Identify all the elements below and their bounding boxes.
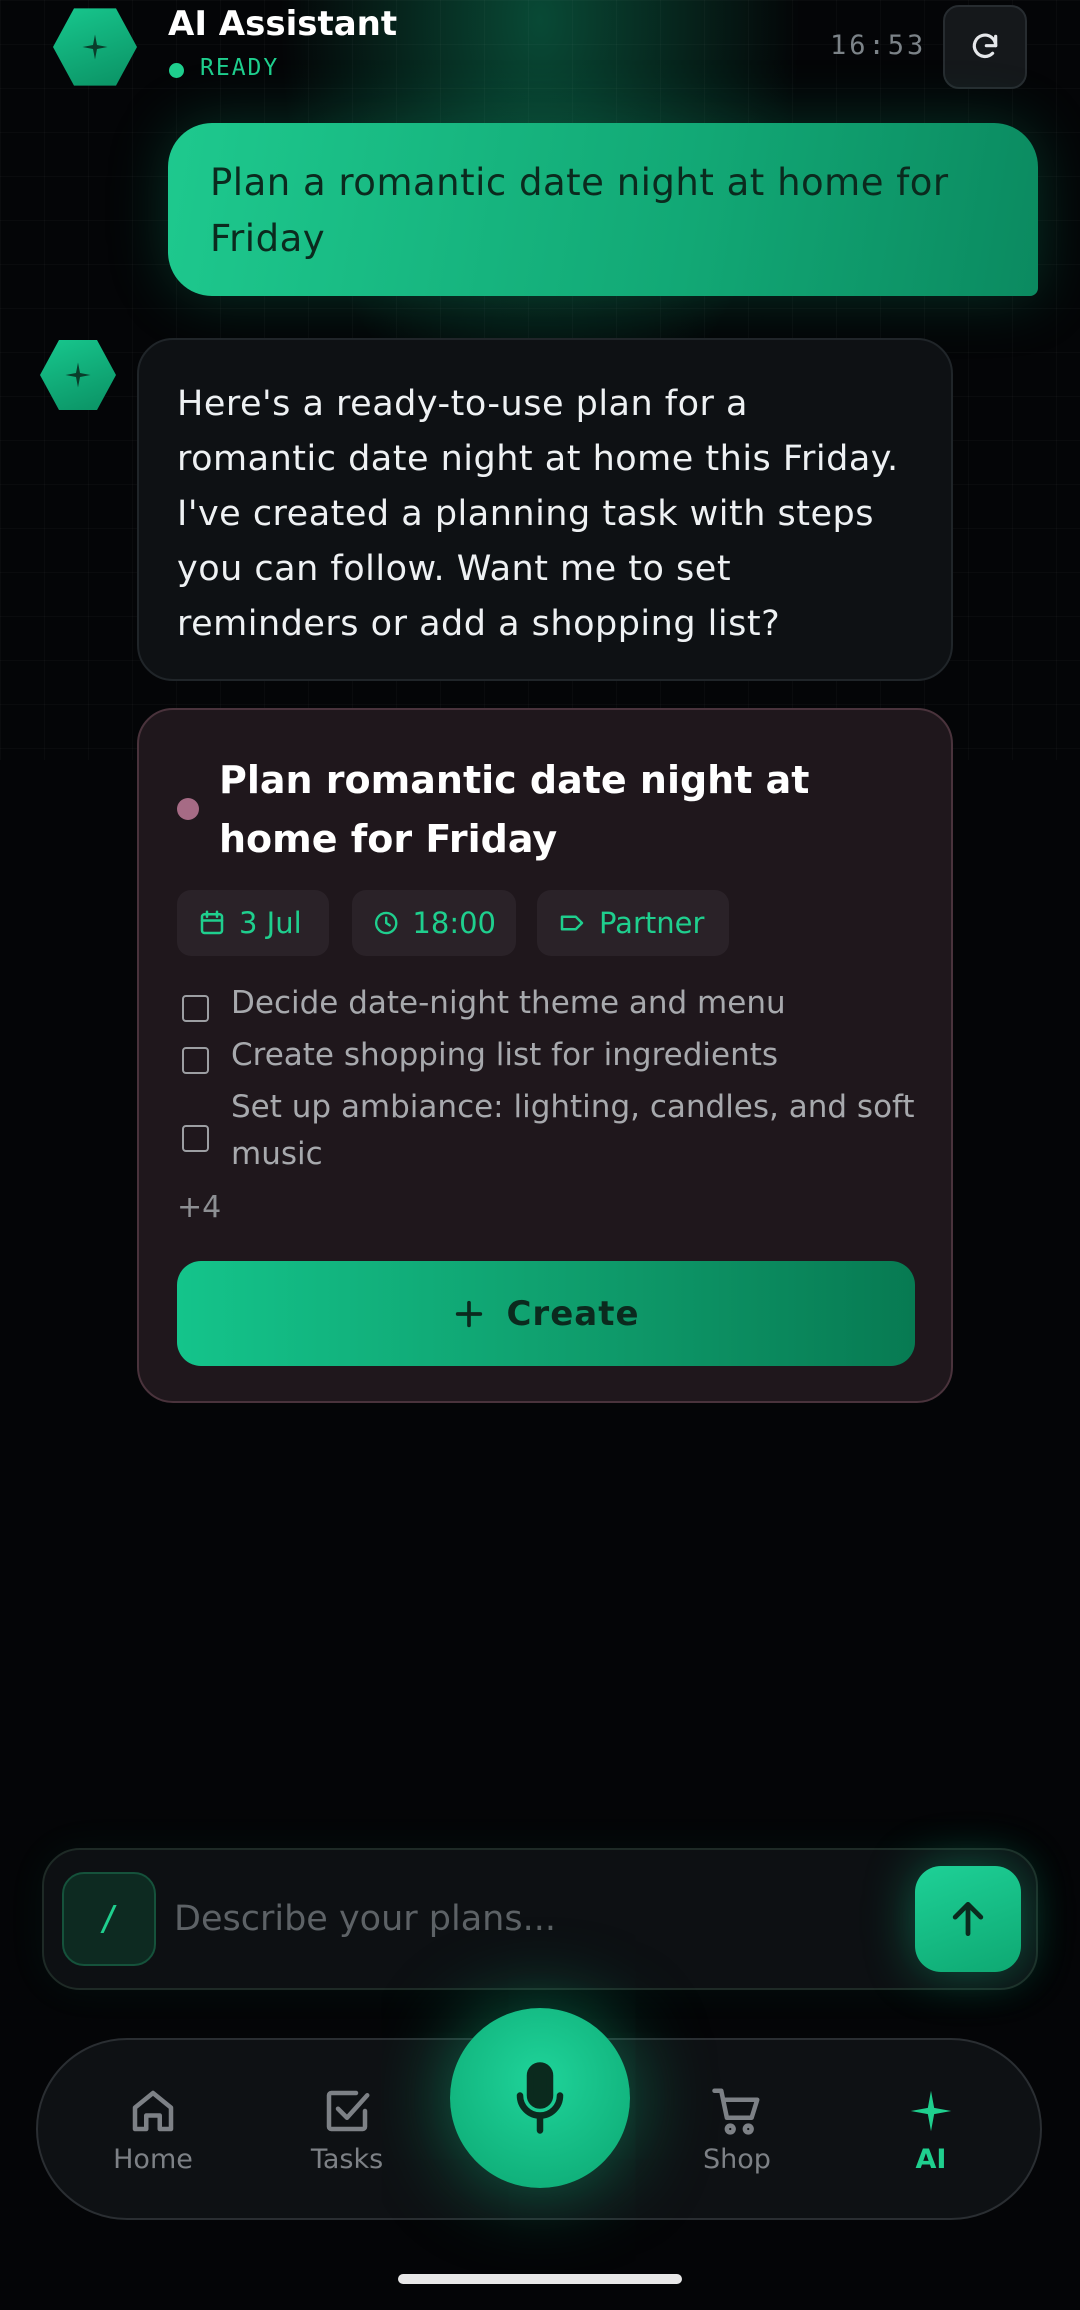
time-chip[interactable]: 18:00 — [352, 890, 516, 956]
date-chip-label: 3 Jul — [239, 906, 302, 940]
nav-item-ai[interactable]: AI — [866, 2084, 996, 2175]
priority-dot — [177, 798, 199, 820]
microphone-icon — [516, 2062, 564, 2134]
checkbox[interactable] — [182, 1125, 209, 1152]
home-icon — [132, 2090, 174, 2132]
nav-label: Home — [113, 2144, 193, 2175]
page-title: AI Assistant — [168, 4, 398, 44]
create-button-label: Create — [506, 1293, 640, 1334]
chat-screen: AI Assistant READY 16:53 Plan a romantic… — [0, 0, 1080, 2310]
more-items-count[interactable]: +4 — [177, 1190, 221, 1225]
nav-label: Tasks — [310, 2144, 384, 2175]
slash-command-button[interactable]: / — [62, 1872, 156, 1966]
send-button[interactable] — [915, 1866, 1021, 1972]
microphone-button[interactable] — [450, 2008, 630, 2188]
user-message-bubble: Plan a romantic date night at home for F… — [168, 123, 1038, 296]
composer-bar: / — [42, 1848, 1038, 1990]
assistant-message-avatar — [40, 340, 116, 410]
clock-time: 16:53 — [830, 30, 927, 61]
prompt-input[interactable] — [174, 1886, 794, 1952]
sparkle-icon — [82, 34, 108, 60]
checklist-item-label: Create shopping list for ingredients — [231, 1037, 779, 1073]
home-indicator[interactable] — [398, 2274, 682, 2284]
arrow-up-icon — [952, 1901, 984, 1937]
assistant-message-bubble: Here's a ready-to-use plan for a romanti… — [137, 338, 953, 681]
checkbox[interactable] — [182, 1047, 209, 1074]
sparkle-icon — [65, 362, 91, 388]
status-badge: READY — [200, 55, 280, 81]
date-chip[interactable]: 3 Jul — [177, 890, 329, 956]
assistant-avatar — [53, 8, 137, 86]
plus-icon — [456, 1300, 483, 1327]
user-message-text: Plan a romantic date night at home for F… — [210, 161, 949, 260]
refresh-icon — [972, 33, 998, 59]
time-chip-label: 18:00 — [412, 906, 496, 940]
assistant-message-text: Here's a ready-to-use plan for a romanti… — [177, 384, 899, 644]
checkbox[interactable] — [182, 995, 209, 1022]
task-card: Plan romantic date night at home for Fri… — [137, 708, 953, 1403]
nav-item-tasks[interactable]: Tasks — [282, 2084, 412, 2175]
cart-icon — [712, 2088, 760, 2135]
checklist-item-label: Decide date-night theme and menu — [231, 985, 786, 1021]
task-title: Plan romantic date night at home for Fri… — [219, 758, 810, 861]
nav-label: Shop — [703, 2144, 771, 2175]
checkbox-icon — [326, 2090, 370, 2132]
nav-item-home[interactable]: Home — [88, 2084, 218, 2175]
tag-chip-label: Partner — [599, 906, 705, 940]
nav-label: AI — [915, 2144, 947, 2175]
create-task-button[interactable]: Create — [177, 1261, 915, 1366]
sparkle-icon — [910, 2090, 952, 2132]
nav-item-shop[interactable]: Shop — [672, 2084, 802, 2175]
status-dot — [169, 63, 184, 78]
tag-icon — [560, 915, 584, 931]
clock-icon — [374, 911, 398, 935]
tag-chip[interactable]: Partner — [537, 890, 729, 956]
calendar-icon — [200, 910, 224, 935]
refresh-button[interactable] — [943, 5, 1027, 89]
checklist-item-label: Set up ambiance: lighting, candles, and … — [231, 1089, 915, 1172]
